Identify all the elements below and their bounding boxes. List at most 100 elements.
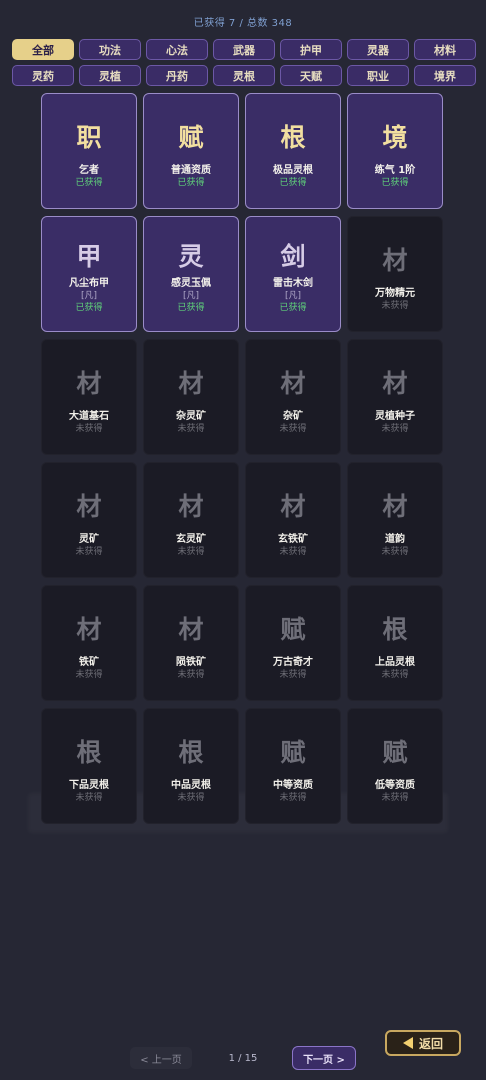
card-name: 灵植种子 — [375, 411, 415, 422]
card-glyph-icon: 材 — [76, 369, 102, 398]
card-glyph-icon: 根 — [280, 123, 306, 152]
next-page-button[interactable]: 下一页 > — [292, 1046, 356, 1070]
tab-4[interactable]: 护甲 — [280, 39, 342, 60]
card-glyph-icon: 材 — [76, 615, 102, 644]
collection-card[interactable]: 赋万古奇才 未获得 — [245, 585, 341, 701]
card-name: 杂矿 — [283, 411, 303, 422]
card-status: 未获得 — [381, 301, 409, 311]
collection-card[interactable]: 材杂矿 未获得 — [245, 339, 341, 455]
collection-card[interactable]: 根极品灵根 已获得 — [245, 93, 341, 209]
card-glyph-icon: 职 — [76, 123, 102, 152]
tab-6[interactable]: 材料 — [414, 39, 476, 60]
collection-card[interactable]: 根上品灵根 未获得 — [347, 585, 443, 701]
back-arrow-icon — [402, 1037, 413, 1049]
card-glyph-icon: 根 — [382, 615, 408, 644]
collection-card[interactable]: 材灵植种子 未获得 — [347, 339, 443, 455]
collection-card[interactable]: 材万物精元 未获得 — [347, 216, 443, 332]
collection-card[interactable]: 职乞者 已获得 — [41, 93, 137, 209]
card-name: 下品灵根 — [69, 780, 109, 791]
card-glyph-icon: 境 — [382, 123, 408, 152]
card-glyph-icon: 剑 — [280, 242, 306, 271]
card-name: 普通资质 — [171, 165, 211, 176]
card-status: 已获得 — [381, 178, 409, 188]
collection-card[interactable]: 材杂灵矿 未获得 — [143, 339, 239, 455]
card-status: 已获得 — [279, 303, 307, 313]
tab-8[interactable]: 灵植 — [79, 65, 141, 86]
collection-card[interactable]: 材灵矿 未获得 — [41, 462, 137, 578]
card-name: 极品灵根 — [273, 165, 313, 176]
collection-card[interactable]: 材玄灵矿 未获得 — [143, 462, 239, 578]
card-status: 已获得 — [75, 303, 103, 313]
back-button[interactable]: 返回 — [385, 1030, 461, 1056]
card-status: 未获得 — [75, 547, 103, 557]
card-status: 未获得 — [279, 547, 307, 557]
page-indicator: 1 / 15 — [228, 1052, 258, 1064]
collection-card[interactable]: 根中品灵根 未获得 — [143, 708, 239, 824]
card-status: 未获得 — [75, 793, 103, 803]
card-rank: [凡] — [80, 291, 98, 301]
card-name: 乞者 — [79, 165, 99, 176]
card-glyph-icon: 材 — [76, 492, 102, 521]
tab-5[interactable]: 灵器 — [347, 39, 409, 60]
card-glyph-icon: 材 — [382, 246, 408, 275]
collection-card[interactable]: 材陨铁矿 未获得 — [143, 585, 239, 701]
tab-7[interactable]: 灵药 — [12, 65, 74, 86]
collection-card[interactable]: 剑雷击木剑 [凡] 已获得 — [245, 216, 341, 332]
card-glyph-icon: 赋 — [280, 615, 306, 644]
card-glyph-icon: 材 — [178, 492, 204, 521]
card-status: 未获得 — [279, 670, 307, 680]
card-glyph-icon: 材 — [178, 615, 204, 644]
card-glyph-icon: 根 — [76, 738, 102, 767]
collection-card[interactable]: 赋中等资质 未获得 — [245, 708, 341, 824]
card-name: 铁矿 — [79, 657, 99, 668]
card-name: 万古奇才 — [273, 657, 313, 668]
collection-card[interactable]: 赋低等资质 未获得 — [347, 708, 443, 824]
tab-13[interactable]: 境界 — [414, 65, 476, 86]
collection-grid: 职乞者 已获得赋普通资质 已获得根极品灵根 已获得境练气 1阶 已获得甲凡尘布甲 [凡] 已… — [41, 93, 443, 824]
card-name: 低等资质 — [375, 780, 415, 791]
collection-card[interactable]: 根下品灵根 未获得 — [41, 708, 137, 824]
card-status: 未获得 — [177, 793, 205, 803]
tab-9[interactable]: 丹药 — [146, 65, 208, 86]
collection-card[interactable]: 材道韵 未获得 — [347, 462, 443, 578]
collection-card[interactable]: 境练气 1阶已获得 — [347, 93, 443, 209]
card-name: 中品灵根 — [171, 780, 211, 791]
tab-12[interactable]: 职业 — [347, 65, 409, 86]
card-name: 凡尘布甲 — [69, 278, 109, 289]
card-glyph-icon: 赋 — [178, 123, 204, 152]
tab-11[interactable]: 天赋 — [280, 65, 342, 86]
card-status: 已获得 — [279, 178, 307, 188]
card-status: 未获得 — [177, 424, 205, 434]
card-glyph-icon: 根 — [178, 738, 204, 767]
card-name: 灵矿 — [79, 534, 99, 545]
card-name: 中等资质 — [273, 780, 313, 791]
card-status: 未获得 — [381, 424, 409, 434]
collection-card[interactable]: 材玄铁矿 未获得 — [245, 462, 341, 578]
card-glyph-icon: 材 — [382, 492, 408, 521]
tab-10[interactable]: 灵根 — [213, 65, 275, 86]
card-status: 未获得 — [75, 670, 103, 680]
tab-0[interactable]: 全部 — [12, 39, 74, 60]
collection-card[interactable]: 赋普通资质 已获得 — [143, 93, 239, 209]
card-name: 雷击木剑 — [273, 278, 313, 289]
collection-card[interactable]: 灵感灵玉佩 [凡] 已获得 — [143, 216, 239, 332]
card-rank: [凡] — [284, 291, 302, 301]
collection-card[interactable]: 甲凡尘布甲 [凡] 已获得 — [41, 216, 137, 332]
card-name: 杂灵矿 — [176, 411, 206, 422]
collection-card[interactable]: 材铁矿 未获得 — [41, 585, 137, 701]
collection-card[interactable]: 材大道基石 未获得 — [41, 339, 137, 455]
card-status: 未获得 — [381, 793, 409, 803]
card-glyph-icon: 材 — [178, 369, 204, 398]
card-status: 未获得 — [279, 424, 307, 434]
card-name: 练气 1阶 — [374, 165, 416, 176]
card-name: 大道基石 — [69, 411, 109, 422]
card-glyph-icon: 赋 — [280, 738, 306, 767]
card-glyph-icon: 甲 — [76, 242, 102, 271]
tab-2[interactable]: 心法 — [146, 39, 208, 60]
card-rank: [凡] — [182, 291, 200, 301]
card-status: 已获得 — [177, 303, 205, 313]
tab-3[interactable]: 武器 — [213, 39, 275, 60]
tab-1[interactable]: 功法 — [79, 39, 141, 60]
prev-page-button[interactable]: < 上一页 — [130, 1047, 192, 1069]
card-status: 未获得 — [75, 424, 103, 434]
